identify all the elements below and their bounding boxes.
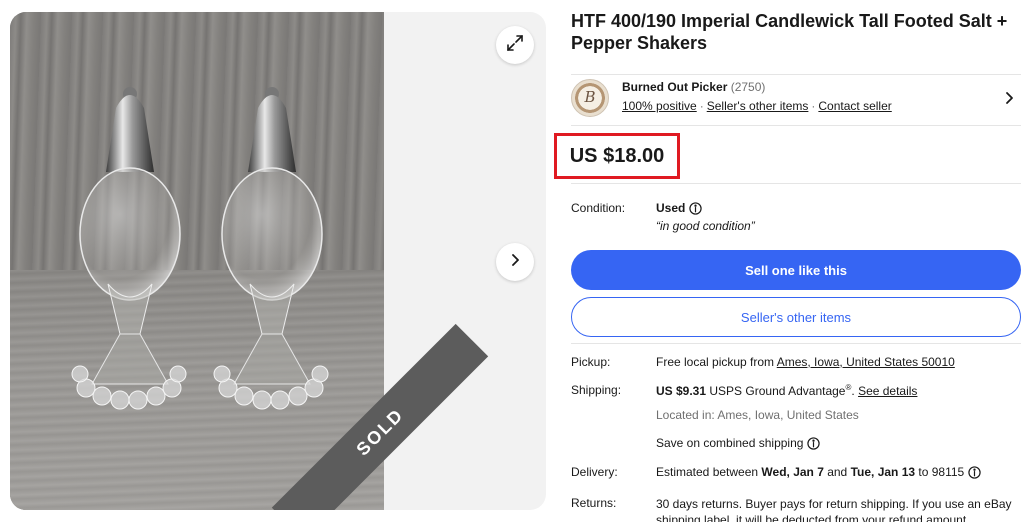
divider <box>571 343 1021 344</box>
condition-label: Condition: <box>571 201 626 215</box>
combined-shipping: Save on combined shipping <box>656 436 821 453</box>
chevron-right-icon <box>508 253 522 272</box>
price-highlight: US $18.00 <box>554 133 680 179</box>
pepper-shaker-image <box>210 84 340 424</box>
chevron-right-icon <box>1003 91 1015 110</box>
salt-shaker-image <box>68 84 198 424</box>
pickup-location-link[interactable]: Ames, Iowa, United States 50010 <box>777 355 955 369</box>
condition-value-line: Used <box>656 201 703 218</box>
item-title: HTF 400/190 Imperial Candlewick Tall Foo… <box>571 11 1008 53</box>
info-icon[interactable] <box>689 202 703 218</box>
next-image-button[interactable] <box>496 243 534 281</box>
seller-other-items-link[interactable]: Seller's other items <box>707 99 809 113</box>
image-gallery: SOLD <box>10 12 546 510</box>
seller-name-line: Burned Out Picker (2750) <box>622 80 765 94</box>
seller-info-row[interactable]: B Burned Out Picker (2750) 100% positive… <box>571 75 1021 127</box>
sell-one-like-this-button[interactable]: Sell one like this <box>571 250 1021 290</box>
condition-note: “in good condition” <box>656 219 755 233</box>
positive-feedback-link[interactable]: 100% positive <box>622 99 697 113</box>
pickup-value: Free local pickup from Ames, Iowa, Unite… <box>656 355 955 369</box>
seller-card: B Burned Out Picker (2750) 100% positive… <box>571 74 1021 126</box>
shipping-label: Shipping: <box>571 383 622 397</box>
seller-name[interactable]: Burned Out Picker <box>622 80 727 94</box>
returns-policy: 30 days returns. Buyer pays for return s… <box>656 497 1012 522</box>
delivery-label: Delivery: <box>571 465 618 479</box>
seller-avatar: B <box>571 79 609 117</box>
expand-button[interactable] <box>496 26 534 64</box>
contact-seller-link[interactable]: Contact seller <box>818 99 891 113</box>
delivery-value: Estimated between Wed, Jan 7 and Tue, Ja… <box>656 465 981 482</box>
item-location: Located in: Ames, Iowa, United States <box>656 408 859 422</box>
seller-feedback-count: (2750) <box>730 80 766 94</box>
expand-icon <box>506 34 524 57</box>
shipping-details-link[interactable]: See details <box>858 384 917 398</box>
pickup-label: Pickup: <box>571 355 611 369</box>
item-details-panel: HTF 400/190 Imperial Candlewick Tall Foo… <box>554 0 1021 522</box>
sellers-other-items-button[interactable]: Seller's other items <box>571 297 1021 337</box>
condition-value: Used <box>656 201 686 215</box>
seller-links: 100% positive · Seller's other items · Conta… <box>622 99 892 113</box>
info-icon[interactable] <box>807 437 821 453</box>
item-price: US $18.00 <box>569 144 665 167</box>
shipping-cost: US $9.31 <box>656 384 707 398</box>
info-icon[interactable] <box>968 466 981 482</box>
shipping-value: US $9.31 USPS Ground Advantage®. See det… <box>656 383 918 398</box>
divider <box>571 183 1021 184</box>
product-photo[interactable] <box>10 12 384 510</box>
returns-label: Returns: <box>571 496 617 510</box>
